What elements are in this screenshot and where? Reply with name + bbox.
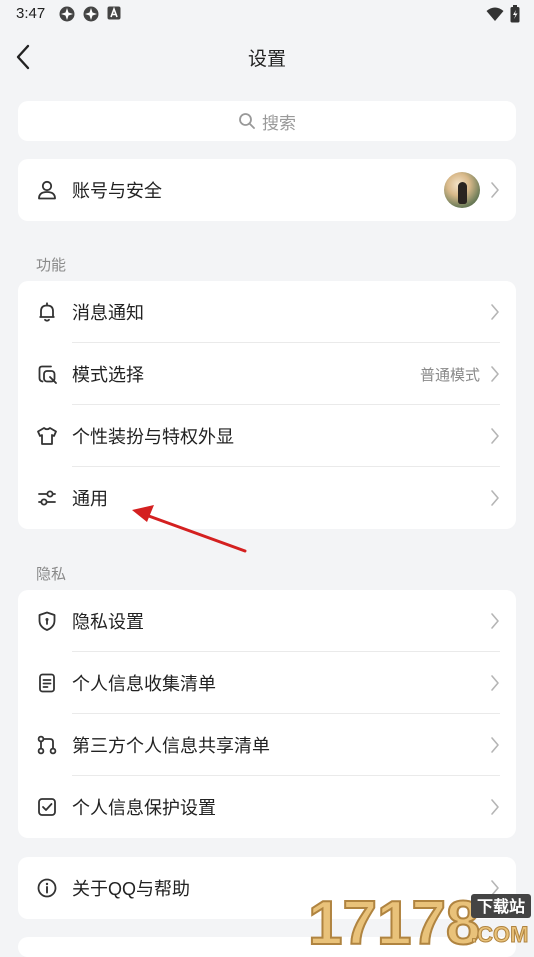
notifications-item[interactable]: 消息通知	[18, 281, 516, 343]
notifications-label: 消息通知	[72, 303, 144, 323]
chevron-right-icon	[491, 737, 499, 753]
notification-icons	[58, 5, 122, 23]
watermark-number: 17178	[308, 889, 480, 950]
sliders-icon	[38, 490, 56, 506]
mode-select-label: 模式选择	[72, 365, 144, 385]
chevron-right-icon	[491, 304, 499, 320]
general-item[interactable]: 通用	[18, 467, 516, 529]
about-help-label: 关于QQ与帮助	[72, 879, 191, 899]
status-time: 3:47	[16, 5, 46, 22]
chevron-right-icon	[491, 428, 499, 444]
shield-icon	[38, 611, 56, 631]
third-party-sharing-label: 第三方个人信息共享清单	[72, 736, 270, 756]
chevron-right-icon	[491, 182, 499, 198]
chevron-right-icon	[491, 366, 499, 382]
general-label: 通用	[72, 489, 108, 509]
function-card: 消息通知 模式选择 普通模式 个性装扮与特权外显 通用	[18, 281, 516, 529]
user-icon	[38, 180, 56, 200]
avatar	[444, 172, 480, 208]
watermark-logo: 17178 下载站 .COM	[307, 882, 534, 957]
privacy-settings-item[interactable]: 隐私设置	[18, 590, 516, 652]
share-icon	[37, 735, 57, 755]
battery-icon	[510, 5, 520, 23]
chevron-right-icon	[491, 675, 499, 691]
chevron-right-icon	[491, 613, 499, 629]
privacy-settings-label: 隐私设置	[72, 612, 144, 632]
chevron-right-icon	[491, 490, 499, 506]
privacy-card: 隐私设置 个人信息收集清单 第三方个人信息共享清单 个人信息保护设置	[18, 590, 516, 838]
mode-select-item[interactable]: 模式选择 普通模式	[18, 343, 516, 405]
mode-select-value: 普通模式	[419, 366, 480, 384]
account-security-item[interactable]: 账号与安全	[18, 159, 516, 221]
info-protection-item[interactable]: 个人信息保护设置	[18, 776, 516, 838]
search-input[interactable]: 搜索	[18, 101, 516, 141]
third-party-sharing-item[interactable]: 第三方个人信息共享清单	[18, 714, 516, 776]
chevron-right-icon	[491, 799, 499, 815]
info-protection-label: 个人信息保护设置	[72, 798, 216, 818]
mode-icon	[38, 365, 57, 384]
section-title-privacy: 隐私	[36, 566, 67, 583]
watermark-graphic: 17178 下载站 .COM	[307, 888, 531, 957]
nav-bar: 设置	[0, 28, 534, 84]
section-title-function: 功能	[36, 257, 67, 274]
font-notification-icon	[107, 6, 121, 20]
search-icon	[239, 113, 255, 129]
bell-icon	[39, 302, 55, 322]
watermark-tag: 下载站	[477, 897, 525, 916]
page-title: 设置	[247, 49, 286, 70]
tshirt-icon	[37, 427, 57, 445]
account-card: 账号与安全	[18, 159, 516, 221]
system-icons	[486, 5, 520, 23]
personalization-item[interactable]: 个性装扮与特权外显	[18, 405, 516, 467]
checkbox-icon	[38, 798, 56, 816]
info-collection-item[interactable]: 个人信息收集清单	[18, 652, 516, 714]
personalization-label: 个性装扮与特权外显	[72, 427, 234, 447]
info-collection-label: 个人信息收集清单	[72, 674, 216, 694]
watermark-domain: .COM	[471, 922, 528, 947]
wifi-icon	[486, 7, 504, 21]
account-security-label: 账号与安全	[72, 181, 162, 201]
document-icon	[39, 673, 55, 693]
info-icon	[37, 878, 57, 898]
app-notification-icon	[83, 6, 99, 22]
search-placeholder: 搜索	[262, 113, 296, 133]
app-notification-icon	[59, 6, 75, 22]
status-bar: 3:47	[0, 0, 534, 28]
